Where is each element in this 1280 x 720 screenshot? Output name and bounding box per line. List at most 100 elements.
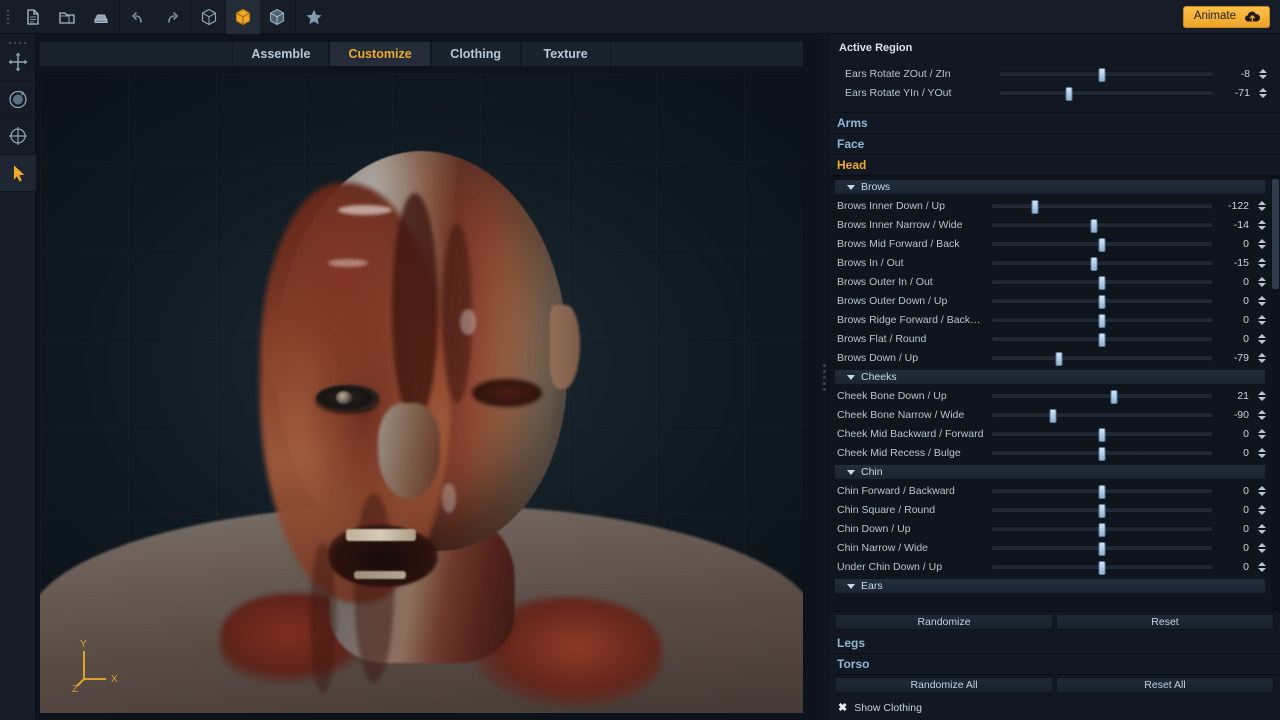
slider-stepper[interactable] [1255, 315, 1269, 325]
slider-track[interactable] [991, 450, 1213, 456]
stepper-up-icon[interactable] [1258, 201, 1266, 205]
slider-row[interactable]: Brows In / Out-15 [829, 253, 1271, 272]
slider-thumb[interactable] [1031, 200, 1038, 214]
slider-stepper[interactable] [1255, 201, 1269, 211]
stepper-up-icon[interactable] [1258, 562, 1266, 566]
slider-thumb[interactable] [1099, 447, 1106, 461]
slider-stepper[interactable] [1255, 486, 1269, 496]
stepper-down-icon[interactable] [1258, 321, 1266, 325]
slider-value[interactable]: -79 [1221, 352, 1255, 364]
tab-assemble[interactable]: Assemble [232, 42, 329, 66]
parameter-group-header[interactable]: Chin [835, 464, 1265, 480]
stepper-up-icon[interactable] [1258, 277, 1266, 281]
slider-value[interactable]: -14 [1221, 219, 1255, 231]
body-part-arms[interactable]: Arms [829, 113, 1280, 134]
body-part-face[interactable]: Face [829, 134, 1280, 155]
stepper-up-icon[interactable] [1259, 88, 1267, 92]
slider-value[interactable]: -71 [1222, 87, 1256, 99]
stepper-down-icon[interactable] [1258, 416, 1266, 420]
slider-thumb[interactable] [1099, 428, 1106, 442]
slider-thumb[interactable] [1049, 409, 1056, 423]
slider-stepper[interactable] [1256, 88, 1270, 98]
slider-row[interactable]: Brows Outer Down / Up0 [829, 291, 1271, 310]
stepper-up-icon[interactable] [1258, 315, 1266, 319]
slider-track[interactable] [991, 507, 1213, 513]
slider-track[interactable] [991, 203, 1213, 209]
panel-scrollbar[interactable] [1271, 177, 1280, 611]
slider-stepper[interactable] [1255, 296, 1269, 306]
slider-row[interactable]: Under Chin Down / Up0 [829, 557, 1271, 576]
stepper-up-icon[interactable] [1258, 239, 1266, 243]
solid-cube-icon[interactable] [226, 0, 260, 34]
slider-stepper[interactable] [1255, 410, 1269, 420]
slider-row[interactable]: Cheek Mid Backward / Forward0 [829, 424, 1271, 443]
stepper-up-icon[interactable] [1258, 220, 1266, 224]
stepper-down-icon[interactable] [1258, 359, 1266, 363]
slider-stepper[interactable] [1255, 543, 1269, 553]
tab-texture[interactable]: Texture [521, 42, 611, 66]
slider-value[interactable]: 0 [1221, 523, 1255, 535]
slider-row[interactable]: Ears Rotate ZOut / ZIn-8 [837, 64, 1272, 83]
slider-track[interactable] [991, 564, 1213, 570]
parameter-group-header[interactable]: Brows [835, 179, 1265, 195]
slider-stepper[interactable] [1255, 429, 1269, 439]
undo-icon[interactable] [121, 0, 155, 34]
slider-value[interactable]: 0 [1221, 314, 1255, 326]
panel-resize-handle[interactable] [820, 34, 828, 720]
stepper-up-icon[interactable] [1258, 448, 1266, 452]
stepper-up-icon[interactable] [1258, 505, 1266, 509]
slider-value[interactable]: 21 [1221, 390, 1255, 402]
stepper-up-icon[interactable] [1259, 69, 1267, 73]
slider-value[interactable]: 0 [1221, 295, 1255, 307]
show-clothing-toggle[interactable]: ✖ Show Clothing [829, 696, 1280, 720]
stepper-up-icon[interactable] [1258, 524, 1266, 528]
reset-all-button[interactable]: Reset All [1056, 677, 1274, 693]
slider-row[interactable]: Cheek Bone Down / Up21 [829, 386, 1271, 405]
slider-thumb[interactable] [1099, 295, 1106, 309]
stepper-down-icon[interactable] [1258, 245, 1266, 249]
slider-stepper[interactable] [1255, 220, 1269, 230]
slider-stepper[interactable] [1256, 69, 1270, 79]
slider-track[interactable] [999, 71, 1214, 77]
slider-thumb[interactable] [1110, 390, 1117, 404]
slider-thumb[interactable] [1099, 333, 1106, 347]
slider-track[interactable] [991, 298, 1213, 304]
slider-stepper[interactable] [1255, 258, 1269, 268]
slider-thumb[interactable] [1055, 352, 1062, 366]
stepper-up-icon[interactable] [1258, 353, 1266, 357]
save-disk-icon[interactable] [84, 0, 118, 34]
slider-row[interactable]: Brows Down / Up-79 [829, 348, 1271, 367]
stepper-up-icon[interactable] [1258, 543, 1266, 547]
slider-value[interactable]: 0 [1221, 561, 1255, 573]
stepper-down-icon[interactable] [1258, 283, 1266, 287]
slider-track[interactable] [991, 431, 1213, 437]
stepper-up-icon[interactable] [1258, 334, 1266, 338]
slider-track[interactable] [991, 241, 1213, 247]
stepper-up-icon[interactable] [1258, 391, 1266, 395]
slider-value[interactable]: 0 [1221, 276, 1255, 288]
slider-value[interactable]: 0 [1221, 447, 1255, 459]
slider-track[interactable] [991, 393, 1213, 399]
body-part-legs[interactable]: Legs [829, 633, 1280, 654]
stepper-down-icon[interactable] [1258, 454, 1266, 458]
parameter-group-header[interactable]: Ears [835, 578, 1265, 594]
slider-track[interactable] [991, 336, 1213, 342]
slider-thumb[interactable] [1091, 219, 1098, 233]
panel-scrollbar-thumb[interactable] [1272, 179, 1279, 289]
slider-row[interactable]: Ears Rotate YIn / YOut-71 [837, 83, 1272, 102]
stepper-down-icon[interactable] [1258, 435, 1266, 439]
slider-row[interactable]: Brows Inner Narrow / Wide-14 [829, 215, 1271, 234]
slider-value[interactable]: 0 [1221, 485, 1255, 497]
slider-track[interactable] [991, 488, 1213, 494]
stepper-down-icon[interactable] [1258, 511, 1266, 515]
slider-thumb[interactable] [1099, 238, 1106, 252]
stepper-down-icon[interactable] [1258, 340, 1266, 344]
slider-row[interactable]: Chin Down / Up0 [829, 519, 1271, 538]
3d-viewport[interactable]: Y X Z [39, 72, 804, 714]
slider-stepper[interactable] [1255, 524, 1269, 534]
slider-thumb[interactable] [1099, 542, 1106, 556]
slider-thumb[interactable] [1099, 523, 1106, 537]
slider-value[interactable]: -122 [1221, 200, 1255, 212]
stepper-down-icon[interactable] [1258, 568, 1266, 572]
slider-track[interactable] [991, 222, 1213, 228]
